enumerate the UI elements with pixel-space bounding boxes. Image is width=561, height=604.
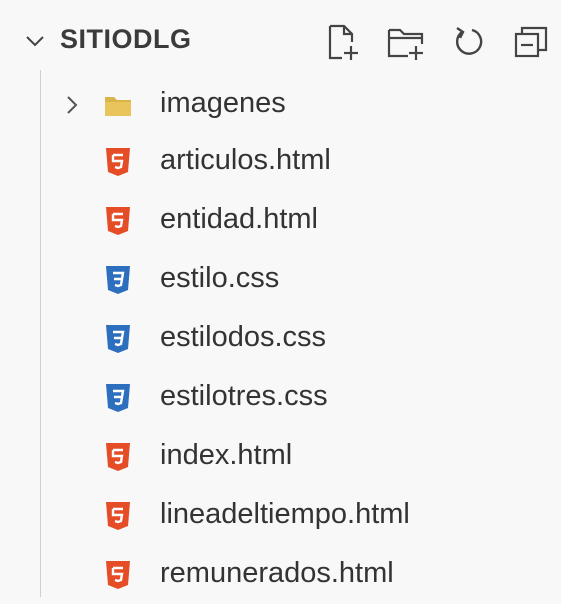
html5-icon: [104, 442, 132, 472]
folder-icon: [104, 90, 132, 120]
tree-item-remunerados-html[interactable]: remunerados.html: [0, 545, 561, 604]
new-folder-button[interactable]: [384, 20, 428, 64]
tree-item-label: articulos.html: [160, 144, 331, 176]
tree-item-label: estilodos.css: [160, 321, 327, 353]
tree-item-label: estilotres.css: [160, 380, 328, 412]
css3-icon: [104, 265, 132, 295]
chevron-down-icon[interactable]: [24, 30, 46, 52]
html5-icon: [104, 147, 132, 177]
tree-item-estilotres-css[interactable]: estilotres.css: [0, 368, 561, 427]
refresh-button[interactable]: [448, 20, 492, 64]
new-file-button[interactable]: [320, 20, 364, 64]
refresh-icon: [455, 27, 483, 55]
tree-item-lineadeltiempo-html[interactable]: lineadeltiempo.html: [0, 486, 561, 545]
new-file-icon: [328, 24, 358, 60]
tree-item-label: estilo.css: [160, 262, 280, 294]
collapse-all-icon: [514, 26, 548, 58]
tree-item-entidad-html[interactable]: entidad.html: [0, 191, 561, 250]
explorer-header[interactable]: SITIODLG: [0, 0, 561, 82]
tree-item-articulos-html[interactable]: articulos.html: [0, 132, 561, 191]
explorer-title: SITIODLG: [60, 24, 192, 54]
tree-item-imagenes[interactable]: imagenes: [0, 74, 561, 133]
html5-icon: [104, 560, 132, 590]
tree-item-label: lineadeltiempo.html: [160, 498, 410, 530]
chevron-right-icon[interactable]: [62, 94, 82, 116]
tree-item-label: entidad.html: [160, 203, 318, 235]
tree-item-estilo-css[interactable]: estilo.css: [0, 250, 561, 309]
html5-icon: [104, 206, 132, 236]
tree-item-label: remunerados.html: [160, 557, 394, 589]
tree-item-index-html[interactable]: index.html: [0, 427, 561, 486]
tree-item-label: index.html: [160, 439, 293, 471]
new-folder-icon: [387, 28, 424, 60]
css3-icon: [104, 324, 132, 354]
tree-item-label: imagenes: [160, 87, 286, 119]
tree-item-estilodos-css[interactable]: estilodos.css: [0, 309, 561, 368]
html5-icon: [104, 501, 132, 531]
collapse-all-button[interactable]: [510, 20, 554, 64]
css3-icon: [104, 383, 132, 413]
